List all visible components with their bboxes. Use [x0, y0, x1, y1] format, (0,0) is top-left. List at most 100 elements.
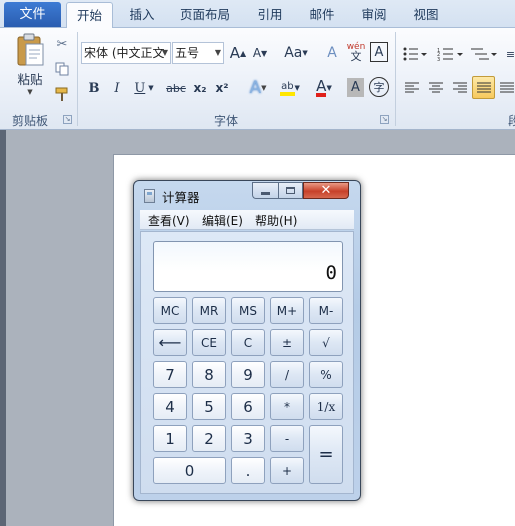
font-color-button[interactable]: A ▼	[310, 77, 338, 99]
change-case-button[interactable]: Aa ▼	[283, 42, 309, 64]
tab-home[interactable]: 开始	[66, 2, 113, 28]
paragraph-group-label: 段	[508, 114, 515, 128]
tab-view[interactable]: 视图	[404, 2, 448, 28]
divide-button[interactable]: /	[270, 361, 304, 388]
digit-0-button[interactable]: 0	[153, 457, 226, 484]
font-name-combo[interactable]: 宋体 (中文正文 ▼	[81, 42, 171, 64]
font-size-value: 五号	[175, 46, 200, 60]
minimize-button[interactable]	[252, 182, 278, 199]
char-border-icon: A	[374, 44, 384, 60]
shrink-font-icon: A	[252, 46, 262, 60]
calculator-title: 计算器	[162, 190, 200, 205]
indent-icon: ≡	[506, 47, 515, 61]
menu-view[interactable]: 查看(V)	[148, 212, 190, 229]
percent-button[interactable]: %	[309, 361, 343, 388]
menu-edit[interactable]: 编辑(E)	[202, 212, 243, 229]
clear-entry-button[interactable]: CE	[192, 329, 226, 356]
add-button[interactable]: +	[270, 457, 304, 484]
enclose-char-button[interactable]: 字	[369, 77, 389, 97]
numbered-list-icon: 1 2 3	[437, 48, 463, 61]
digit-4-button[interactable]: 4	[153, 393, 187, 420]
copy-icon	[55, 62, 69, 76]
shrink-font-button[interactable]: A ▼	[251, 42, 269, 64]
digit-6-button[interactable]: 6	[231, 393, 265, 420]
document-left-edge	[0, 130, 6, 526]
clipboard-paste-icon	[17, 33, 44, 66]
memory-store-button[interactable]: MS	[231, 297, 265, 324]
calculator-display: 0	[153, 241, 343, 292]
align-right-button[interactable]	[450, 78, 470, 98]
char-border-button[interactable]: A	[370, 42, 388, 62]
clear-format-icon: A	[327, 45, 337, 61]
paste-label: 粘贴	[17, 72, 43, 87]
phonetic-guide-button[interactable]: wén 文	[346, 40, 366, 64]
char-shading-button[interactable]: A	[347, 78, 364, 97]
superscript-button[interactable]: x²	[213, 77, 231, 99]
scissors-icon: ✂	[56, 36, 68, 52]
chevron-down-icon: ▼	[161, 48, 168, 57]
reciprocal-button[interactable]: 1/x	[309, 393, 343, 420]
font-size-combo[interactable]: 五号 ▼	[172, 42, 224, 64]
tab-references[interactable]: 引用	[248, 2, 292, 28]
clipboard-launcher-icon[interactable]: ↘	[63, 115, 72, 124]
tab-review[interactable]: 审阅	[352, 2, 396, 28]
maximize-icon	[286, 187, 295, 194]
italic-button[interactable]: I	[108, 77, 126, 99]
backspace-button[interactable]: ⟵	[153, 329, 187, 356]
menu-help[interactable]: 帮助(H)	[255, 212, 297, 229]
decrease-indent-button[interactable]: ≡	[506, 44, 515, 64]
close-button[interactable]: ✕	[303, 182, 349, 199]
memory-subtract-button[interactable]: M-	[309, 297, 343, 324]
grow-font-button[interactable]: A ▲	[229, 42, 247, 64]
clear-button[interactable]: C	[231, 329, 265, 356]
format-painter-button[interactable]	[54, 86, 70, 102]
tab-file[interactable]: 文件	[4, 2, 61, 27]
digit-7-button[interactable]: 7	[153, 361, 187, 388]
bold-button[interactable]: B	[85, 77, 103, 99]
display-value: 0	[325, 262, 337, 284]
strikethrough-button[interactable]: abc	[164, 77, 188, 99]
distributed-align-button[interactable]	[498, 78, 515, 98]
tab-page-layout[interactable]: 页面布局	[172, 2, 238, 28]
justify-button[interactable]	[472, 76, 495, 99]
font-launcher-icon[interactable]: ↘	[380, 115, 389, 124]
tab-insert[interactable]: 插入	[120, 2, 164, 28]
subtract-button[interactable]: -	[270, 425, 304, 452]
decimal-point-button[interactable]: .	[231, 457, 265, 484]
digit-1-button[interactable]: 1	[153, 425, 187, 452]
memory-add-button[interactable]: M+	[270, 297, 304, 324]
ribbon-home: 粘贴 ▼ ✂ 剪贴板 ↘ 宋体 (中文正文 ▼ 五号 ▼ A ▲ A ▼ Aa ▼ A	[0, 28, 515, 130]
numbering-button[interactable]: 1 2 3	[436, 44, 466, 64]
align-left-icon	[405, 82, 419, 93]
tab-mailings[interactable]: 邮件	[300, 2, 344, 28]
text-effect-button[interactable]: A ▼	[244, 77, 272, 99]
minimize-icon	[261, 192, 270, 195]
align-center-button[interactable]	[426, 78, 446, 98]
calculator-titlebar[interactable]: 计算器 ✕	[134, 181, 360, 209]
bullets-button[interactable]	[402, 44, 428, 64]
digit-2-button[interactable]: 2	[192, 425, 226, 452]
digit-9-button[interactable]: 9	[231, 361, 265, 388]
clear-format-button[interactable]: A	[322, 42, 342, 64]
underline-button[interactable]: U ▼	[130, 77, 158, 99]
memory-recall-button[interactable]: MR	[192, 297, 226, 324]
negate-button[interactable]: ±	[270, 329, 304, 356]
cut-button[interactable]: ✂	[54, 36, 70, 52]
multiply-button[interactable]: *	[270, 393, 304, 420]
digit-8-button[interactable]: 8	[192, 361, 226, 388]
paste-button[interactable]: 粘贴 ▼	[10, 32, 50, 102]
align-left-button[interactable]	[402, 78, 422, 98]
digit-5-button[interactable]: 5	[192, 393, 226, 420]
equals-button[interactable]: =	[309, 425, 343, 484]
underline-icon: U	[134, 80, 146, 96]
chevron-down-icon: ▼	[27, 88, 33, 96]
ribbon-tab-bar: 文件 开始 插入 页面布局 引用 邮件 审阅 视图	[0, 0, 515, 28]
maximize-button[interactable]	[278, 182, 303, 199]
memory-clear-button[interactable]: MC	[153, 297, 187, 324]
multilevel-list-button[interactable]	[470, 44, 500, 64]
highlight-button[interactable]: ab ▼	[276, 77, 304, 99]
square-root-button[interactable]: √	[309, 329, 343, 356]
digit-3-button[interactable]: 3	[231, 425, 265, 452]
copy-button[interactable]	[54, 61, 70, 77]
subscript-button[interactable]: x₂	[191, 77, 209, 99]
